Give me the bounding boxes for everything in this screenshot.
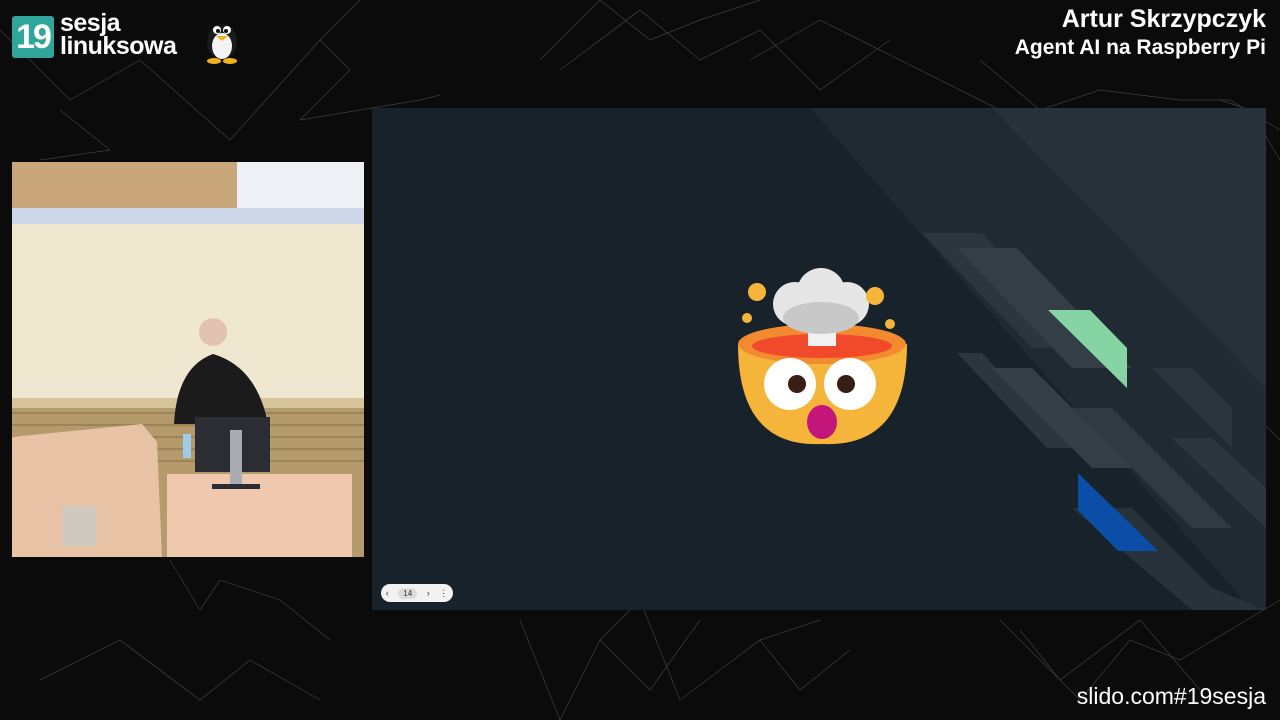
speaker-info: Artur Skrzypczyk Agent AI na Raspberry P… [1015, 4, 1266, 62]
next-slide-button[interactable]: › [427, 588, 430, 598]
speaker-name: Artur Skrzypczyk [1061, 5, 1266, 33]
logo-number-badge: 19 [12, 16, 54, 58]
camera-scene-illustration [12, 162, 364, 557]
slido-url: slido.com#19sesja [1076, 683, 1266, 709]
slide-navigation-controls: ‹ 14 › ⋮ [381, 584, 453, 602]
presentation-slide: ‹ 14 › ⋮ [372, 108, 1266, 610]
slide-page-number: 14 [398, 587, 418, 599]
logo-wordmark: sesja linuksowa [60, 11, 177, 60]
exploding-head-icon [738, 268, 907, 445]
speaker-camera-feed [12, 162, 364, 557]
logo-line-2: linuksowa [60, 32, 177, 60]
slide-menu-button[interactable]: ⋮ [439, 588, 448, 599]
previous-slide-button[interactable]: ‹ [386, 588, 389, 598]
talk-title: Agent AI na Raspberry Pi [1014, 36, 1266, 59]
tux-penguin-icon [207, 24, 237, 64]
